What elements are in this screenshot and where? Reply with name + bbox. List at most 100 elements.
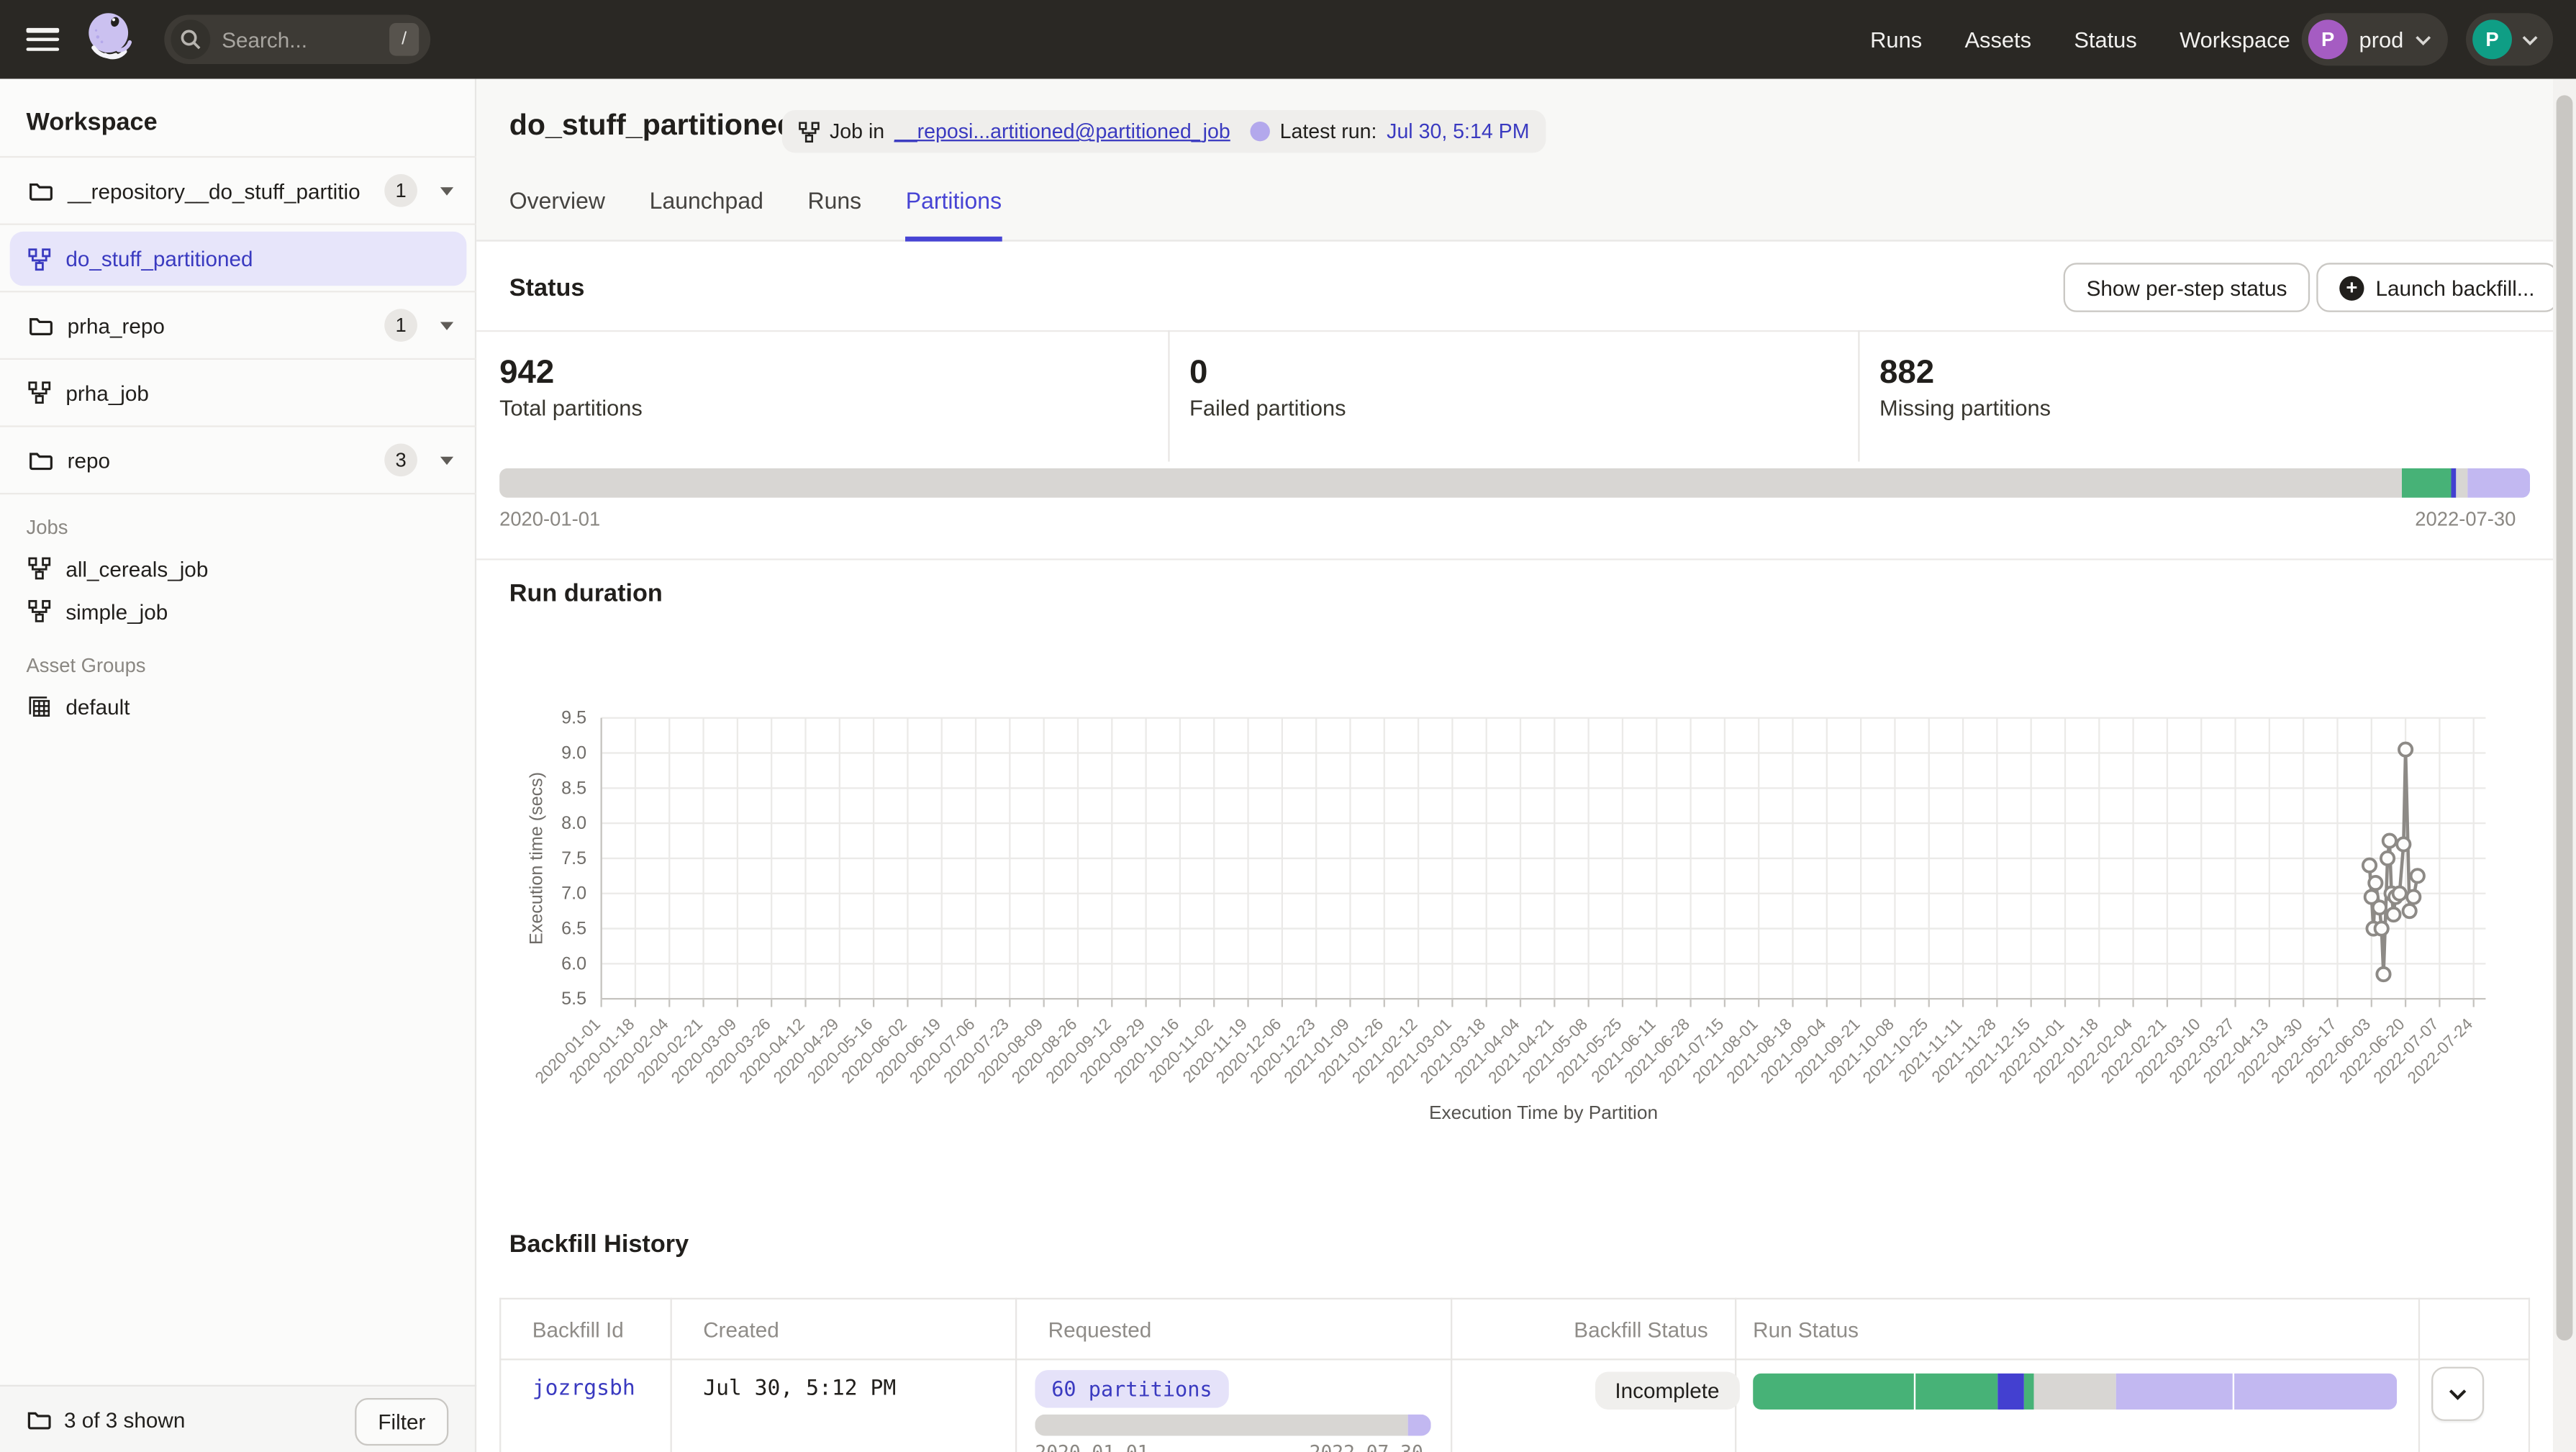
top-nav-links: Runs Assets Status Workspace (1870, 0, 2290, 79)
svg-text:8.5: 8.5 (561, 778, 586, 798)
backfill-id-link[interactable]: jozrgsbh (532, 1376, 635, 1401)
stat-missing-value: 882 (1879, 355, 1934, 393)
sidebar-repo-repo[interactable]: repo 3 (0, 427, 476, 495)
backfill-history-title: Backfill History (509, 1230, 689, 1258)
caret-down-icon[interactable] (440, 186, 453, 201)
sidebar-title: Workspace (27, 109, 158, 137)
tab-launchpad[interactable]: Launchpad (650, 181, 763, 241)
status-section-title: Status (509, 274, 585, 302)
job-label: prha_job (65, 381, 149, 405)
svg-text:Execution Time by Partition: Execution Time by Partition (1429, 1102, 1658, 1123)
svg-text:9.5: 9.5 (561, 708, 586, 728)
job-header: do_stuff_partitioned Job in __reposi...a… (476, 79, 2576, 242)
run-status-dot-icon (1250, 122, 1269, 141)
job-icon (28, 599, 51, 622)
dagster-logo-icon[interactable] (82, 10, 141, 69)
nav-link-assets[interactable]: Assets (1964, 27, 2031, 52)
active-job-highlight[interactable]: do_stuff_partitioned (10, 232, 467, 286)
scrollbar-thumb[interactable] (2557, 95, 2573, 1340)
latest-run-link[interactable]: Jul 30, 5:14 PM (1387, 120, 1529, 143)
sidebar-asset-group-default[interactable]: default (0, 685, 476, 727)
svg-text:Execution time (secs): Execution time (secs) (526, 772, 546, 945)
asset-group-label: default (65, 694, 130, 719)
app-window: Search... / Runs Assets Status Workspace P … (0, 0, 2576, 1452)
stat-total-label: Total partitions (499, 396, 643, 420)
job-origin-link[interactable]: __reposi...artitioned@partitioned_job (894, 120, 1230, 143)
job-label: do_stuff_partitioned (65, 246, 253, 271)
partition-range-end: 2022-07-30 (2415, 507, 2516, 530)
svg-text:6.0: 6.0 (561, 953, 586, 974)
nav-link-status[interactable]: Status (2074, 27, 2136, 52)
sidebar-repo-prha_repo[interactable]: prha_repo 1 (0, 292, 476, 360)
nav-link-runs[interactable]: Runs (1870, 27, 1922, 52)
bar-segment (1997, 1374, 2024, 1410)
asset-groups-section-label: Asset Groups (27, 654, 146, 677)
filter-button[interactable]: Filter (355, 1398, 448, 1446)
sidebar-item-do_stuff_partitioned[interactable]: do_stuff_partitioned (0, 225, 476, 293)
bar-segment (2468, 468, 2530, 498)
latest-run-tag: Latest run: Jul 30, 5:14 PM (1234, 110, 1546, 153)
search-shortcut-key: / (389, 23, 419, 56)
job-origin-tag: Job in __reposi...artitioned@partitioned… (782, 110, 1279, 153)
bar-segment (499, 468, 2402, 498)
user-menu[interactable]: P (2466, 13, 2553, 65)
vertical-scrollbar[interactable] (2553, 79, 2576, 1452)
run-duration-chart: 2020-01-012020-01-182020-02-042020-02-21… (493, 690, 2530, 1166)
sidebar-job-all_cereals_job[interactable]: all_cereals_job (0, 547, 476, 589)
nav-link-workspace[interactable]: Workspace (2180, 27, 2290, 52)
requested-range-end: 2022-07-30 (1310, 1440, 1423, 1452)
tab-overview[interactable]: Overview (509, 181, 605, 241)
jobs-section-label: Jobs (27, 516, 68, 539)
folder-icon (28, 178, 53, 203)
caret-down-icon[interactable] (440, 321, 453, 336)
job-origin-prefix: Job in (830, 120, 884, 143)
sidebar-item-prha_job[interactable]: prha_job (0, 360, 476, 427)
svg-text:7.5: 7.5 (561, 848, 586, 868)
deployment-avatar: P (2308, 19, 2348, 59)
folder-icon (28, 448, 53, 472)
tab-runs[interactable]: Runs (808, 181, 862, 241)
col-run-status: Run Status (1753, 1317, 1859, 1342)
chevron-down-icon (2415, 34, 2431, 45)
svg-text:6.5: 6.5 (561, 919, 586, 939)
asset-group-icon (28, 695, 51, 718)
deployment-switcher[interactable]: P prod (2302, 13, 2448, 65)
folder-icon (28, 313, 53, 337)
top-navbar: Search... / Runs Assets Status Workspace P … (0, 0, 2576, 79)
latest-run-label: Latest run: (1280, 120, 1377, 143)
col-backfill-status: Backfill Status (1574, 1317, 1707, 1342)
stat-failed-label: Failed partitions (1189, 396, 1346, 420)
workspace-sidebar: Workspace __repository__do_stuff_partiti… (0, 79, 476, 1387)
bar-segment (1407, 1415, 1431, 1436)
tab-partitions[interactable]: Partitions (906, 181, 1002, 241)
requested-partitions-badge[interactable]: 60 partitions (1035, 1370, 1228, 1408)
launch-backfill-button[interactable]: +Launch backfill... (2316, 263, 2557, 312)
run-duration-title: Run duration (509, 580, 663, 608)
user-avatar: P (2472, 19, 2512, 59)
stat-total-value: 942 (499, 355, 554, 393)
col-requested: Requested (1048, 1317, 1152, 1342)
job-icon (799, 121, 820, 142)
expand-row-button[interactable] (2431, 1367, 2484, 1421)
search-icon (171, 19, 210, 59)
repos-shown-count: 3 of 3 shown (64, 1407, 185, 1432)
caret-down-icon[interactable] (440, 456, 453, 471)
run-status-bar[interactable] (1753, 1374, 2397, 1410)
hamburger-menu-icon[interactable] (27, 28, 60, 51)
show-per-step-status-button[interactable]: Show per-step status (2064, 263, 2310, 312)
bar-segment (1916, 1374, 1997, 1410)
job-label: all_cereals_job (65, 556, 208, 581)
repo-count-badge: 3 (384, 443, 417, 476)
bar-segment (1035, 1415, 1407, 1436)
bar-segment (2402, 468, 2450, 498)
sidebar-job-simple_job[interactable]: simple_job (0, 590, 476, 632)
svg-text:5.5: 5.5 (561, 989, 586, 1009)
sidebar-repo-__repository__do_stuff[interactable]: __repository__do_stuff_partitio... 1 (0, 158, 476, 225)
sidebar-footer: 3 of 3 shown Filter (0, 1385, 476, 1452)
search-input[interactable]: Search... / (164, 15, 430, 64)
partition-status-bar[interactable] (499, 468, 2530, 498)
backfill-status-badge: Incomplete (1595, 1371, 1739, 1410)
col-backfill-id: Backfill Id (532, 1317, 624, 1342)
backfill-created-cell: Jul 30, 5:12 PM (703, 1376, 896, 1401)
svg-text:7.0: 7.0 (561, 884, 586, 904)
